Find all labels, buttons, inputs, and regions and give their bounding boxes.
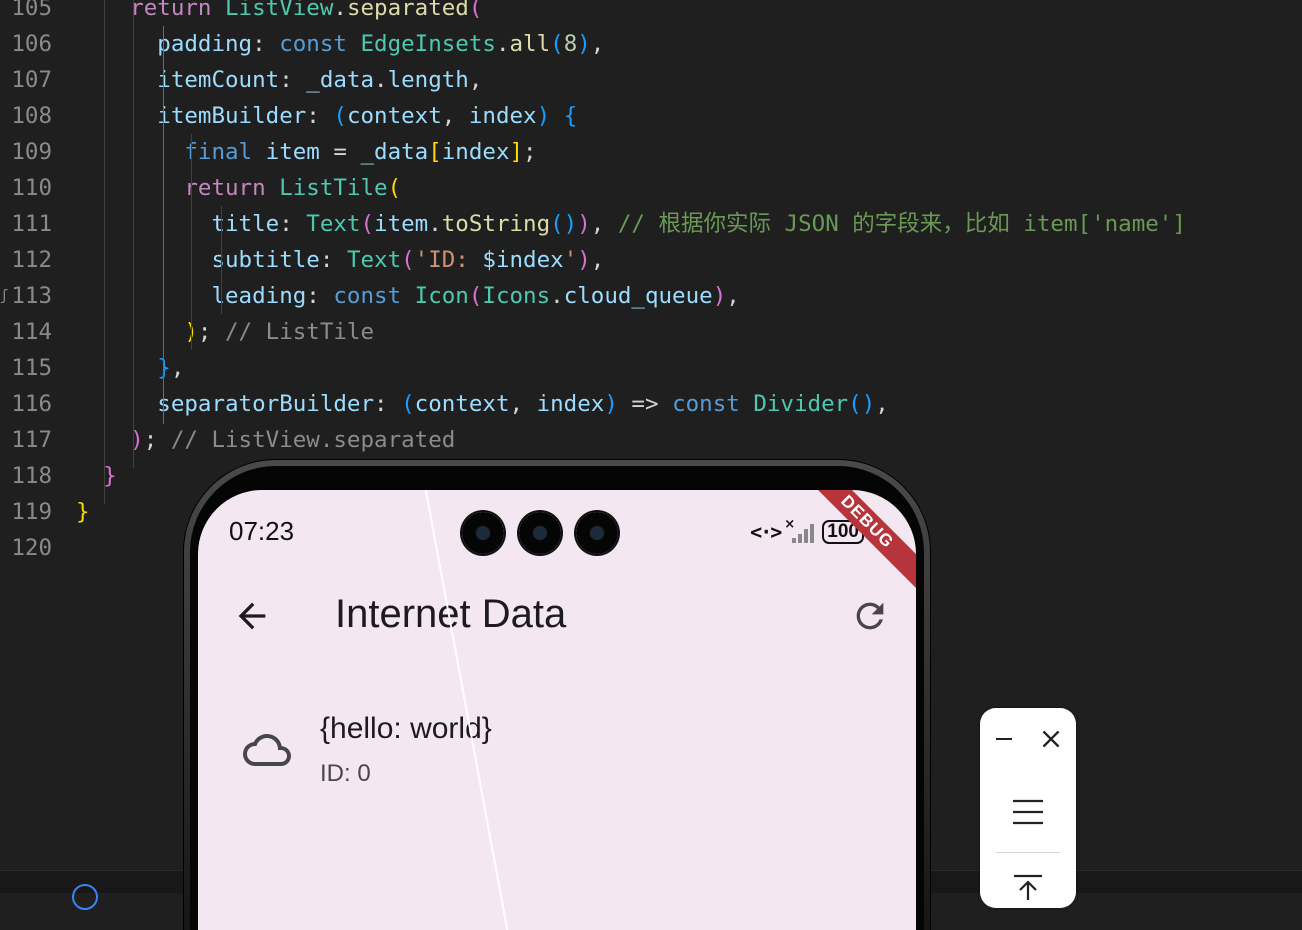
status-circle-icon[interactable] bbox=[72, 884, 98, 910]
line-number: 107 bbox=[11, 67, 52, 93]
line-number: 111 bbox=[11, 211, 52, 237]
line-number: 112 bbox=[11, 247, 52, 273]
phone-emulator-frame: 07:23 <·> × 100 DEBUG Internet Data {hel… bbox=[184, 460, 930, 930]
code-text: title: Text(item.toString()), // 根据你实际 J… bbox=[211, 211, 1186, 237]
line-number: 117 bbox=[11, 427, 52, 453]
indent-guide bbox=[163, 26, 164, 424]
indent-guide bbox=[133, 0, 134, 468]
line-number: 110 bbox=[11, 175, 52, 201]
line-number: 115 bbox=[11, 355, 52, 381]
toolbar-divider bbox=[996, 852, 1060, 853]
list-item-subtitle: ID: 0 bbox=[320, 760, 371, 787]
camera-lens-icon bbox=[576, 512, 618, 554]
code-text: }, bbox=[157, 355, 185, 381]
camera-lens-icon bbox=[519, 512, 561, 554]
gutter-hint-icon: ʃ bbox=[0, 288, 9, 304]
code-line: 109 final item = _data[index]; bbox=[0, 134, 1302, 170]
code-text: itemCount: _data.length, bbox=[157, 67, 483, 93]
status-time: 07:23 bbox=[229, 516, 295, 546]
arrow-back-icon[interactable] bbox=[232, 596, 272, 636]
close-icon[interactable] bbox=[1038, 726, 1064, 752]
code-line: 108 itemBuilder: (context, index) { bbox=[0, 98, 1302, 134]
line-number: 106 bbox=[11, 31, 52, 57]
code-line: 116 separatorBuilder: (context, index) =… bbox=[0, 386, 1302, 422]
code-line: 105 return ListView.separated( bbox=[0, 0, 1302, 26]
code-line: 112 subtitle: Text('ID: $index'), bbox=[0, 242, 1302, 278]
code-line: 107 itemCount: _data.length, bbox=[0, 62, 1302, 98]
indent-guide bbox=[221, 206, 222, 314]
refresh-icon[interactable] bbox=[850, 596, 890, 636]
code-text: itemBuilder: (context, index) { bbox=[157, 103, 578, 129]
line-number: 108 bbox=[11, 103, 52, 129]
code-text: padding: const EdgeInsets.all(8), bbox=[157, 31, 605, 57]
code-line: 113 leading: const Icon(Icons.cloud_queu… bbox=[0, 278, 1302, 314]
code-text: leading: const Icon(Icons.cloud_queue), bbox=[211, 283, 740, 309]
line-number: 116 bbox=[11, 391, 52, 417]
code-line: 111 title: Text(item.toString()), // 根据你… bbox=[0, 206, 1302, 242]
code-text: return ListView.separated( bbox=[130, 0, 483, 21]
indent-guide bbox=[104, 0, 105, 504]
code-text: final item = _data[index]; bbox=[184, 139, 537, 165]
camera-lens-icon bbox=[462, 512, 504, 554]
line-number: 105 bbox=[11, 0, 52, 21]
list-item[interactable]: {hello: world} ID: 0 bbox=[198, 702, 916, 798]
indent-guide bbox=[191, 134, 192, 350]
line-number: 119 bbox=[11, 499, 52, 525]
code-line: 110 return ListTile( bbox=[0, 170, 1302, 206]
code-line: 117 ); // ListView.separated bbox=[0, 422, 1302, 458]
line-number: 114 bbox=[11, 319, 52, 345]
line-number: 118 bbox=[11, 463, 52, 489]
signal-icon: × bbox=[784, 517, 816, 543]
code-line: 114 ); // ListTile bbox=[0, 314, 1302, 350]
status-icons: <·> × 100 bbox=[750, 517, 864, 544]
cloud-queue-icon bbox=[243, 734, 291, 766]
line-number: 109 bbox=[11, 139, 52, 165]
menu-icon[interactable] bbox=[1012, 798, 1044, 826]
line-number: 120 bbox=[11, 535, 52, 561]
code-text: return ListTile( bbox=[184, 175, 402, 201]
upload-icon[interactable] bbox=[1012, 874, 1044, 900]
code-text: } bbox=[76, 499, 90, 525]
floating-toolbar bbox=[980, 708, 1076, 908]
code-text: subtitle: Text('ID: $index'), bbox=[211, 247, 605, 273]
code-line: 115 }, bbox=[0, 350, 1302, 386]
phone-screen[interactable]: 07:23 <·> × 100 DEBUG Internet Data {hel… bbox=[198, 490, 916, 930]
code-brackets-icon: <·> bbox=[750, 520, 782, 544]
code-text: } bbox=[103, 463, 117, 489]
code-line: 106 padding: const EdgeInsets.all(8), bbox=[0, 26, 1302, 62]
code-text: ); // ListTile bbox=[184, 319, 375, 345]
code-text: separatorBuilder: (context, index) => co… bbox=[157, 391, 889, 417]
app-bar: Internet Data bbox=[198, 582, 916, 652]
minimize-icon[interactable] bbox=[996, 738, 1012, 740]
